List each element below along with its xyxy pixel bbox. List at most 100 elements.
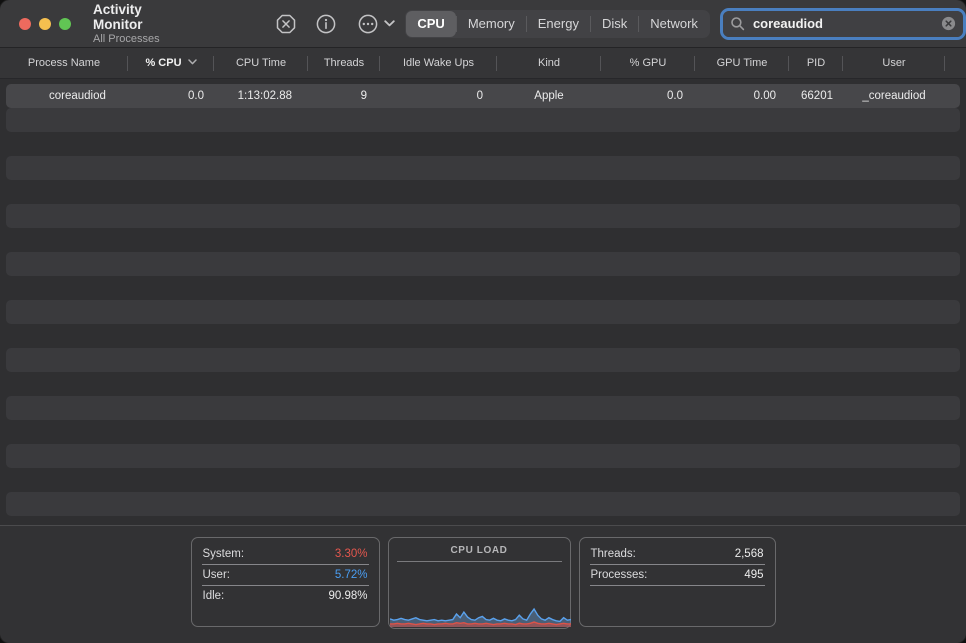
cell-process-name: coreaudiod xyxy=(6,84,128,108)
activity-monitor-window: Activity Monitor All Processes xyxy=(0,0,966,643)
column-header-label: CPU Time xyxy=(236,57,286,69)
empty-row-stripe xyxy=(6,204,960,228)
stat-divider xyxy=(590,585,765,586)
window-title: Activity Monitor xyxy=(93,2,193,33)
threads-processes-stats-box: Threads: 2,568 Processes: 495 xyxy=(579,537,776,627)
cell-threads: 9 xyxy=(308,84,380,108)
stat-label: System: xyxy=(203,548,245,560)
zoom-button[interactable] xyxy=(59,18,71,30)
table-header-row: Process Name % CPU CPU Time Threads Idle Wak… xyxy=(0,48,966,79)
sort-chevron-down-icon xyxy=(188,59,197,65)
status-footer: System: 3.30% User: 5.72% Idle: 90.98% CPU LO… xyxy=(0,525,966,643)
column-header-label: PID xyxy=(807,57,825,69)
clear-search-button[interactable] xyxy=(941,16,956,31)
search-field-focus-ring xyxy=(720,8,966,40)
column-header-label: GPU Time xyxy=(717,57,768,69)
info-icon xyxy=(315,13,337,35)
process-table: coreaudiod0.01:13:02.8890Apple0.00.00662… xyxy=(0,79,966,525)
column-header-pid[interactable]: PID xyxy=(789,48,843,79)
cell--gpu: 0.0 xyxy=(601,84,695,108)
empty-row-stripe xyxy=(6,372,960,396)
tab-disk[interactable]: Disk xyxy=(591,11,638,37)
column-header-kind[interactable]: Kind xyxy=(497,48,601,79)
search-field xyxy=(723,11,963,37)
inspect-button[interactable] xyxy=(315,13,337,35)
stat-label: Threads: xyxy=(591,548,636,560)
column-header-filler xyxy=(945,48,966,79)
stat-row-processes: Processes: 495 xyxy=(580,565,775,585)
empty-row-stripe xyxy=(6,300,960,324)
empty-row-stripe xyxy=(6,348,960,372)
view-tab-group: CPUMemoryEnergyDiskNetwork xyxy=(405,10,710,38)
column-header-label: Process Name xyxy=(28,57,100,69)
traffic-lights xyxy=(19,18,71,30)
empty-row-stripe xyxy=(6,420,960,444)
stat-label: Idle: xyxy=(203,590,225,602)
chevron-down-icon xyxy=(384,20,395,27)
cell-user: _coreaudiod xyxy=(843,84,945,108)
column-header-label: % GPU xyxy=(630,57,667,69)
cpu-load-title: CPU LOAD xyxy=(389,538,570,556)
window-subtitle: All Processes xyxy=(93,33,193,46)
empty-row-stripe xyxy=(6,228,960,252)
quit-process-button[interactable] xyxy=(275,13,297,35)
stat-value: 90.98% xyxy=(328,590,367,602)
close-button[interactable] xyxy=(19,18,31,30)
cpu-percent-stats-box: System: 3.30% User: 5.72% Idle: 90.98% xyxy=(191,537,380,627)
column-header-idle-wake-ups[interactable]: Idle Wake Ups xyxy=(380,48,497,79)
column-header-cpu-time[interactable]: CPU Time xyxy=(214,48,308,79)
stat-label: Processes: xyxy=(591,569,648,581)
octagon-x-icon xyxy=(275,13,297,35)
process-row-coreaudiod[interactable]: coreaudiod0.01:13:02.8890Apple0.00.00662… xyxy=(6,84,960,108)
column-header-user[interactable]: User xyxy=(843,48,945,79)
stat-row-system: System: 3.30% xyxy=(192,544,379,564)
stat-value: 5.72% xyxy=(335,569,368,581)
cell-gpu-time: 0.00 xyxy=(695,84,789,108)
stat-row-user: User: 5.72% xyxy=(192,565,379,585)
ellipsis-circle-icon xyxy=(357,13,379,35)
search-input[interactable] xyxy=(751,15,941,32)
empty-row-stripe xyxy=(6,108,960,132)
empty-row-stripe xyxy=(6,180,960,204)
stat-value: 2,568 xyxy=(735,548,764,560)
stat-value: 495 xyxy=(744,569,763,581)
cell-cpu-time: 1:13:02.88 xyxy=(214,84,308,108)
empty-row-stripe xyxy=(6,132,960,156)
tab-memory[interactable]: Memory xyxy=(457,11,526,37)
tab-cpu[interactable]: CPU xyxy=(406,11,455,37)
column-header-label: Idle Wake Ups xyxy=(403,57,474,69)
column-header-label: Kind xyxy=(538,57,560,69)
empty-row-stripe xyxy=(6,444,960,468)
empty-row-stripe xyxy=(6,156,960,180)
cpu-load-graph-box: CPU LOAD xyxy=(388,537,571,629)
cpu-load-history-chart xyxy=(390,565,571,627)
empty-row-stripe xyxy=(6,324,960,348)
cell-idle-wake-ups: 0 xyxy=(380,84,497,108)
stat-row-threads: Threads: 2,568 xyxy=(580,544,775,564)
stat-label: User: xyxy=(203,569,230,581)
empty-row-stripe xyxy=(6,468,960,492)
column-header-gpu-time[interactable]: GPU Time xyxy=(695,48,789,79)
tab-energy[interactable]: Energy xyxy=(527,11,590,37)
clear-circle-icon xyxy=(941,16,956,31)
minimize-button[interactable] xyxy=(39,18,51,30)
column-header-label: User xyxy=(882,57,905,69)
column-header-label: % CPU xyxy=(145,57,181,69)
cell-kind: Apple xyxy=(497,84,601,108)
cell-pid: 66201 xyxy=(789,84,843,108)
graph-title-rule xyxy=(397,561,562,562)
tab-network[interactable]: Network xyxy=(639,11,709,37)
column-header--cpu[interactable]: % CPU xyxy=(128,48,214,79)
stat-value: 3.30% xyxy=(335,548,368,560)
column-header-threads[interactable]: Threads xyxy=(308,48,380,79)
empty-row-stripe xyxy=(6,396,960,420)
toolbar: Activity Monitor All Processes xyxy=(0,0,966,48)
column-header--gpu[interactable]: % GPU xyxy=(601,48,695,79)
empty-row-stripe xyxy=(6,492,960,516)
title-block: Activity Monitor All Processes xyxy=(93,2,193,46)
more-options-button[interactable] xyxy=(357,13,395,35)
empty-row-stripe xyxy=(6,276,960,300)
empty-row-stripe xyxy=(6,252,960,276)
column-header-process-name[interactable]: Process Name xyxy=(0,48,128,79)
cell--cpu: 0.0 xyxy=(128,84,214,108)
